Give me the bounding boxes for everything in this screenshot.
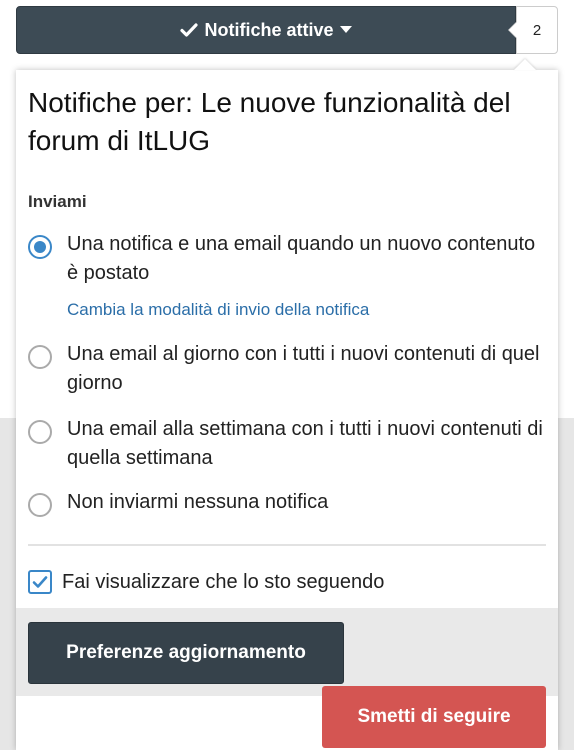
- radio-instant[interactable]: [28, 235, 52, 259]
- change-delivery-link[interactable]: Cambia la modalità di invio della notifi…: [67, 300, 369, 320]
- option-weekly-label: Una email alla settimana con i tutti i n…: [67, 418, 543, 469]
- follower-count-badge: 2: [508, 6, 558, 54]
- follow-dropdown-button[interactable]: Notifiche attive: [16, 6, 516, 54]
- option-none-label: Non inviarmi nessuna notifica: [67, 491, 329, 513]
- follow-label: Notifiche attive: [204, 19, 334, 40]
- update-preferences-button[interactable]: Preferenze aggiornamento: [28, 622, 344, 684]
- divider: [28, 544, 546, 546]
- show-following-row[interactable]: Fai visualizzare che lo sto seguendo: [28, 570, 384, 594]
- radio-weekly[interactable]: [28, 420, 52, 444]
- radio-daily[interactable]: [28, 345, 52, 369]
- show-following-label: Fai visualizzare che lo sto seguendo: [62, 570, 385, 593]
- checkmark-icon: [32, 576, 48, 588]
- notification-settings-popover: Notifiche per: Le nuove funzionalità del…: [16, 70, 558, 750]
- follow-toolbar: Notifiche attive 2: [16, 6, 558, 54]
- option-none[interactable]: Non inviarmi nessuna notifica: [28, 488, 543, 517]
- popover-title: Notifiche per: Le nuove funzionalità del…: [28, 87, 511, 156]
- radio-none[interactable]: [28, 493, 52, 517]
- check-icon: [180, 22, 199, 38]
- send-section-label: Inviami: [28, 192, 87, 211]
- caret-down-icon: [339, 26, 352, 34]
- option-weekly[interactable]: Una email alla settimana con i tutti i n…: [28, 415, 543, 473]
- option-daily[interactable]: Una email al giorno con i tutti i nuovi …: [28, 340, 543, 398]
- option-instant-label: Una notifica e una email quando un nuovo…: [67, 233, 536, 284]
- option-instant[interactable]: Una notifica e una email quando un nuovo…: [28, 230, 543, 288]
- show-following-checkbox[interactable]: [28, 570, 52, 594]
- unfollow-button[interactable]: Smetti di seguire: [322, 686, 546, 748]
- option-daily-label: Una email al giorno con i tutti i nuovi …: [67, 343, 540, 394]
